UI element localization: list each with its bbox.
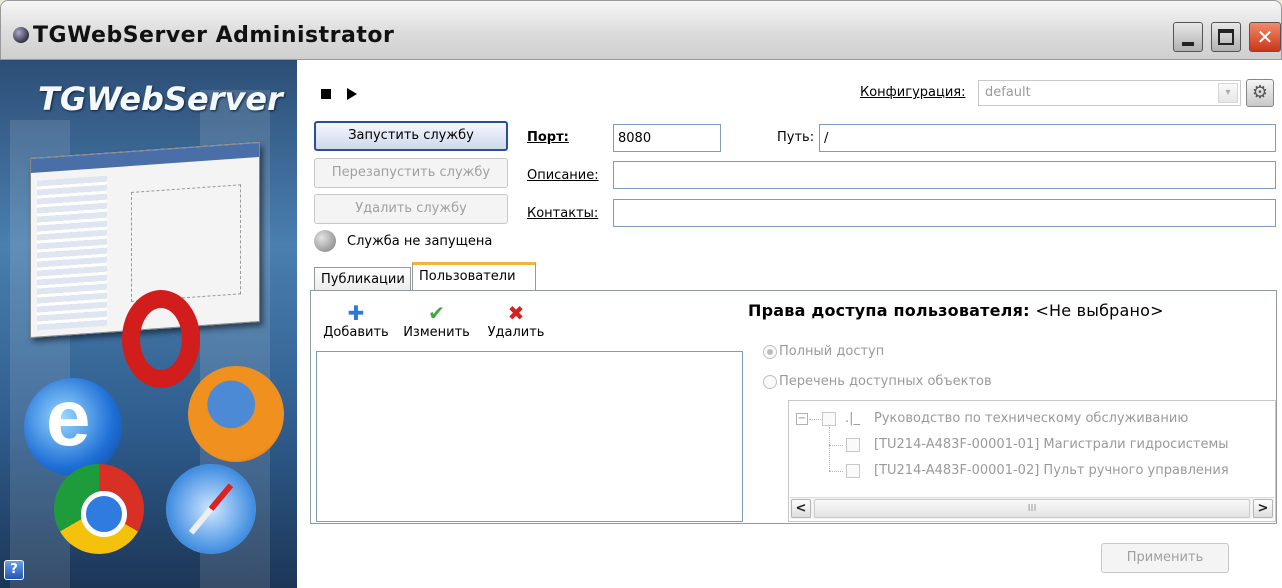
side-banner: TGWebServer ?	[0, 60, 297, 588]
delete-user-label: Удалить	[487, 325, 545, 340]
brand-logo-text: TGWebServer	[38, 80, 283, 118]
check-icon: ✔	[428, 301, 445, 325]
tree-root-label: Руководство по техническому обслуживанию	[874, 411, 1189, 426]
full-access-radio[interactable]	[763, 345, 777, 359]
delete-user-button[interactable]: ✖ Удалить	[481, 303, 551, 340]
apply-button[interactable]: Применить	[1101, 543, 1229, 573]
scroll-left-button[interactable]: <	[791, 499, 811, 518]
main-panel: Конфигурация: default ▾ ⚙ Запустить служ…	[297, 60, 1282, 588]
maximize-icon	[1218, 29, 1234, 45]
gear-icon[interactable]: ⚙	[1246, 79, 1274, 107]
users-tab-panel: ✚ Добавить ✔ Изменить ✖ Удалить Права до…	[310, 290, 1277, 524]
tab-users[interactable]: Пользователи	[412, 262, 536, 290]
config-label: Конфигурация:	[860, 85, 966, 100]
restart-service-button[interactable]: Перезапустить службу	[314, 158, 508, 188]
path-label: Путь:	[777, 130, 815, 145]
selected-user-value: <Не выбрано>	[1035, 301, 1164, 320]
object-list-radio[interactable]	[763, 375, 777, 389]
add-user-label: Добавить	[323, 325, 389, 340]
user-list[interactable]	[316, 351, 743, 522]
chrome-icon	[54, 464, 144, 554]
add-user-button[interactable]: ✚ Добавить	[316, 303, 396, 340]
service-status-text: Служба не запущена	[347, 234, 493, 249]
collapse-icon[interactable]: −	[796, 413, 808, 425]
delete-icon: ✖	[507, 301, 525, 325]
delete-service-button[interactable]: Удалить службу	[314, 194, 508, 224]
book-icon: .|_	[845, 411, 861, 426]
scroll-thumb[interactable]: III	[814, 499, 1250, 518]
edit-user-label: Изменить	[403, 325, 470, 340]
contacts-label: Контакты:	[527, 206, 599, 221]
tab-publications[interactable]: Публикации	[314, 267, 411, 291]
minimize-button[interactable]	[1173, 22, 1203, 52]
full-access-label: Полный доступ	[779, 344, 885, 359]
close-button[interactable]: ✕	[1249, 22, 1281, 52]
safari-icon	[166, 464, 256, 554]
window-title: TGWebServer Administrator	[33, 23, 395, 48]
edit-user-button[interactable]: ✔ Изменить	[399, 303, 474, 340]
title-bar: TGWebServer Administrator ✕	[0, 0, 1282, 60]
tree-child-checkbox[interactable]	[846, 464, 860, 478]
start-service-button[interactable]: Запустить службу	[314, 121, 508, 151]
firefox-icon	[188, 366, 284, 462]
horizontal-scrollbar[interactable]: < III >	[790, 497, 1274, 519]
config-select[interactable]: default ▾	[978, 80, 1241, 106]
service-status-indicator	[314, 230, 336, 252]
path-input[interactable]	[819, 124, 1276, 152]
opera-icon	[122, 290, 200, 388]
port-input[interactable]	[613, 124, 721, 152]
description-label: Описание:	[527, 168, 599, 183]
globe-icon	[13, 27, 29, 43]
user-rights-title: Права доступа пользователя: <Не выбрано>	[748, 301, 1164, 320]
scroll-right-button[interactable]: >	[1253, 499, 1273, 518]
stop-icon[interactable]	[321, 89, 331, 99]
description-input[interactable]	[613, 161, 1276, 189]
close-icon: ✕	[1256, 25, 1274, 49]
internet-explorer-icon	[24, 372, 122, 476]
config-value: default	[985, 85, 1031, 100]
maximize-button[interactable]	[1211, 22, 1241, 52]
minimize-icon	[1182, 42, 1194, 46]
tree-item-label: [TU214-A483F-00001-02] Пульт ручного упр…	[874, 463, 1229, 478]
port-label: Порт:	[527, 130, 569, 145]
help-button[interactable]: ?	[4, 560, 24, 580]
objects-tree[interactable]: − .|_ Руководство по техническому обслуж…	[788, 400, 1276, 522]
tree-child-checkbox[interactable]	[846, 438, 860, 452]
contacts-input[interactable]	[613, 199, 1276, 227]
tree-root-checkbox[interactable]	[822, 412, 836, 426]
play-icon[interactable]	[347, 88, 357, 100]
chevron-down-icon[interactable]: ▾	[1218, 83, 1238, 103]
tree-item-label: [TU214-A483F-00001-01] Магистрали гидрос…	[874, 437, 1229, 452]
object-list-label: Перечень доступных объектов	[779, 374, 992, 389]
plus-icon: ✚	[347, 301, 365, 325]
